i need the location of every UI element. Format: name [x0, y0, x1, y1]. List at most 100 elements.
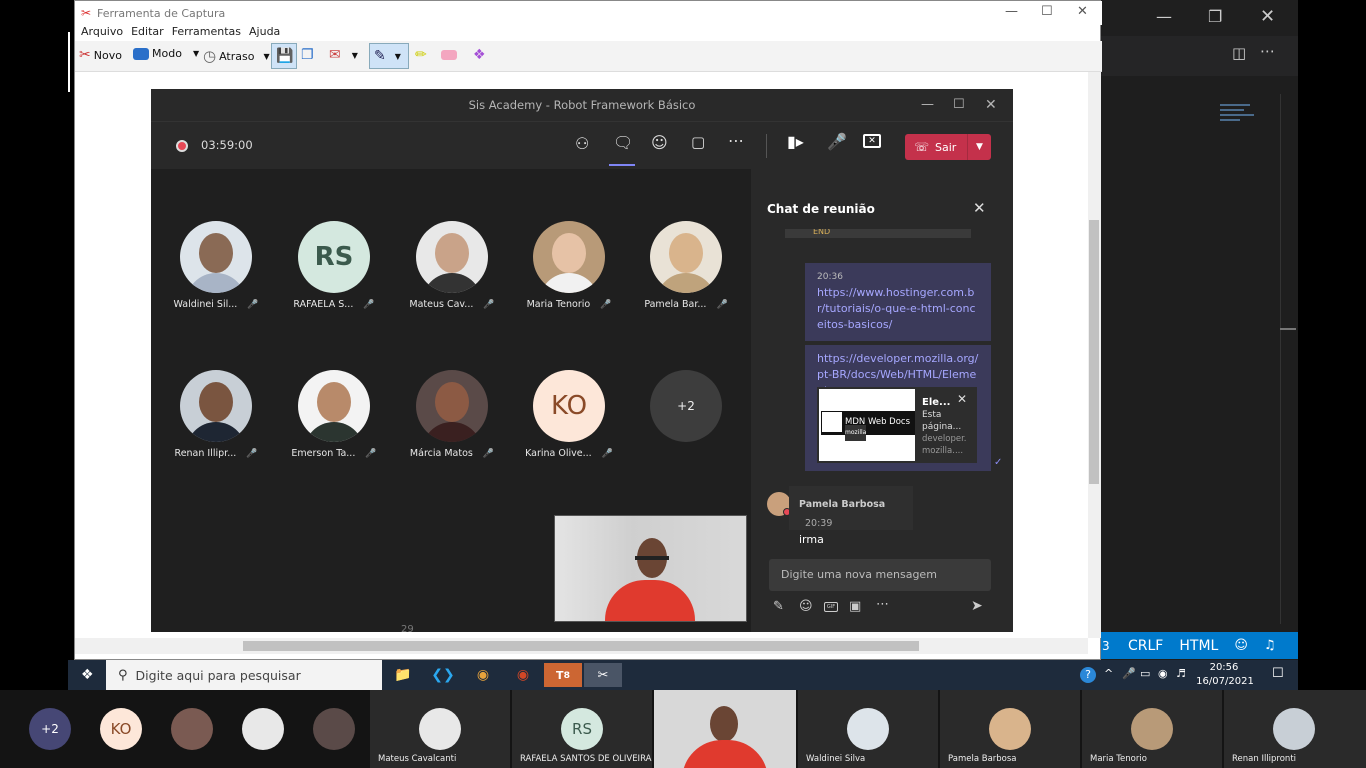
participant-video-tile[interactable]	[654, 690, 796, 768]
maximize-icon[interactable]: ☐	[953, 89, 965, 121]
leave-button[interactable]: ☏ Sair ▼	[905, 134, 991, 160]
reactions-icon[interactable]: ☺	[651, 133, 668, 152]
participant-avatar[interactable]	[171, 708, 213, 750]
restore-icon[interactable]: ❐	[1208, 7, 1222, 26]
sticker-icon[interactable]: ▣	[849, 599, 861, 614]
participant-tile[interactable]: Renan Illipr... 🎤	[161, 370, 271, 459]
horizontal-scrollbar[interactable]	[75, 638, 1088, 654]
copy-button[interactable]: ❐	[301, 47, 314, 63]
person-head	[669, 233, 703, 273]
microphone-icon[interactable]: 🎤	[1122, 667, 1136, 680]
participant-tile[interactable]: Waldinei Silva	[798, 690, 938, 768]
emoji-icon[interactable]: ☺	[799, 599, 813, 614]
menu-ferramentas[interactable]: Ferramentas	[172, 25, 241, 41]
status-language[interactable]: HTML	[1179, 638, 1218, 654]
teams-icon[interactable]: T8	[544, 663, 582, 687]
help-icon[interactable]: ?	[1080, 667, 1096, 683]
participant-tile[interactable]: Waldinei Sil... 🎤	[161, 221, 271, 310]
participants-icon[interactable]: ⚇	[575, 134, 589, 153]
new-button[interactable]: ✂ Novo	[79, 47, 122, 63]
participant-tile[interactable]: Mateus Cavalcanti	[370, 690, 510, 768]
clock-time[interactable]: 20:56	[1202, 662, 1246, 673]
participant-tile[interactable]: Pamela Bar... 🎤	[631, 221, 741, 310]
send-icon[interactable]: ➤	[971, 598, 983, 614]
menu-editar[interactable]: Editar	[131, 25, 164, 41]
message-input[interactable]: Digite uma nova mensagem	[769, 559, 991, 591]
more-options-icon[interactable]: ⋯	[876, 597, 889, 612]
notifications-icon[interactable]: ☐	[1272, 666, 1284, 681]
microphone-icon[interactable]: 🎤	[827, 132, 847, 151]
mic-muted-icon: 🎤	[716, 299, 728, 310]
minimize-icon[interactable]: —	[1156, 7, 1172, 26]
participant-tile[interactable]: Maria Tenorio 🎤	[514, 221, 624, 310]
delay-button[interactable]: ◷ Atraso ▼	[203, 47, 270, 65]
eraser-button[interactable]	[441, 47, 457, 60]
participant-tile[interactable]: Maria Tenorio	[1082, 690, 1222, 768]
participant-tile[interactable]: Mateus Cav... 🎤	[397, 221, 507, 310]
message-link[interactable]: https://www.hostinger.com.br/tutoriais/o…	[817, 285, 979, 333]
chat-icon[interactable]: 🗨	[613, 133, 633, 152]
scroll-thumb[interactable]	[1089, 220, 1099, 484]
send-button[interactable]: ✉ ▼	[329, 47, 358, 63]
share-screen-icon[interactable]: ✕	[863, 134, 881, 148]
camera-icon[interactable]: ▮▸	[787, 132, 804, 151]
person-body	[422, 273, 482, 293]
clock-date[interactable]: 16/07/2021	[1196, 676, 1254, 687]
more-options-icon[interactable]: ⋯	[728, 131, 744, 150]
participant-tile[interactable]: RS RAFAELA SANTOS DE OLIVEIRA SO...	[512, 690, 652, 768]
close-preview-icon[interactable]: ✕	[957, 391, 967, 407]
menu-arquivo[interactable]: Arquivo	[81, 25, 123, 41]
chevron-up-icon[interactable]: ^	[1104, 667, 1113, 680]
bell-icon[interactable]: ♫	[1264, 638, 1276, 653]
minimize-icon[interactable]: —	[1005, 4, 1018, 19]
scroll-thumb[interactable]	[243, 641, 919, 651]
participant-tile[interactable]: Márcia Matos 🎤	[397, 370, 507, 459]
gif-icon[interactable]: GIF	[824, 602, 838, 612]
link-preview-card[interactable]: MDN Web Docs mozilla Ele... ✕ Esta págin…	[817, 387, 977, 463]
participant-tile[interactable]: Renan Illipronti	[1224, 690, 1366, 768]
highlighter-button[interactable]: ✏	[415, 47, 427, 63]
volume-icon[interactable]: ♬	[1176, 667, 1186, 680]
close-icon[interactable]: ✕	[1260, 6, 1275, 27]
chevron-down-icon[interactable]: ▼	[967, 134, 991, 160]
close-icon[interactable]: ✕	[985, 89, 997, 121]
participant-avatar[interactable]: KO	[100, 708, 142, 750]
maximize-icon[interactable]: ☐	[1041, 4, 1053, 19]
participant-avatar[interactable]	[313, 708, 355, 750]
taskbar-search-box[interactable]: ⚲ Digite aqui para pesquisar	[106, 660, 382, 690]
battery-icon[interactable]: ▭	[1140, 667, 1150, 680]
powerpoint-icon[interactable]: ◉	[506, 663, 540, 687]
snipping-tool-icon[interactable]: ✂	[584, 663, 622, 687]
close-chat-icon[interactable]: ✕	[973, 199, 986, 217]
minimize-icon[interactable]: —	[921, 89, 934, 121]
vertical-scrollbar[interactable]	[1088, 72, 1101, 638]
more-actions-icon[interactable]: ⋯	[1260, 42, 1275, 60]
participant-tile[interactable]: Emerson Ta... 🎤	[279, 370, 389, 459]
vscode-icon[interactable]: ❮❯	[426, 663, 460, 687]
format-icon[interactable]: ✎	[773, 599, 784, 614]
status-eol[interactable]: CRLF	[1128, 638, 1163, 654]
participant-tile[interactable]: RS RAFAELA S... 🎤	[279, 221, 389, 310]
wifi-icon[interactable]: ◉	[1158, 667, 1168, 680]
chrome-icon[interactable]: ◉	[466, 663, 500, 687]
mode-button[interactable]: Modo ▼	[133, 47, 199, 60]
menu-ajuda[interactable]: Ajuda	[249, 25, 280, 41]
paint3d-button[interactable]: ❖	[473, 47, 486, 63]
split-editor-icon[interactable]: ◫	[1232, 44, 1246, 62]
participant-tile[interactable]: KO Karina Olive... 🎤	[514, 370, 624, 459]
close-icon[interactable]: ✕	[1077, 4, 1088, 19]
feedback-icon[interactable]: ☺	[1234, 638, 1248, 653]
participant-tile[interactable]: Pamela Barbosa	[940, 690, 1080, 768]
participant-avatar[interactable]	[242, 708, 284, 750]
more-participants-tile[interactable]: +2	[631, 370, 741, 442]
pen-button[interactable]: ✎ ▼	[369, 43, 409, 69]
file-explorer-icon[interactable]: 📁	[386, 663, 420, 687]
avatar	[533, 221, 605, 293]
save-button[interactable]: 💾	[271, 43, 297, 69]
more-participants-avatar[interactable]: +2	[29, 708, 71, 750]
highlighter-icon: ✏	[415, 47, 427, 63]
mic-muted-icon: 🎤	[246, 448, 258, 459]
avatar	[180, 370, 252, 442]
rooms-icon[interactable]: ▢	[691, 133, 705, 151]
windows-start-icon[interactable]: ❖	[81, 667, 94, 683]
